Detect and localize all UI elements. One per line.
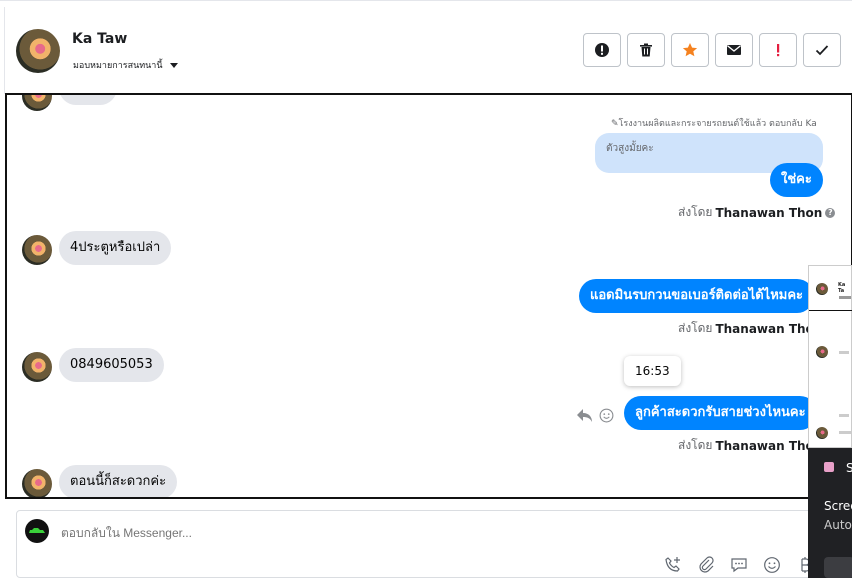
check-icon [815,45,829,56]
message-bubble-incoming[interactable]: ตอนนี้ก็สะดวกค่ะ [59,465,178,497]
saved-replies-button[interactable] [729,555,749,575]
assign-conversation-dropdown[interactable]: มอบหมายการสนทนานี้ [73,58,178,72]
scrollbar[interactable] [5,113,6,203]
avatar [816,427,828,439]
page-avatar [25,519,49,543]
phone-plus-icon [665,557,680,572]
overlay-title-fragment: S [846,461,852,475]
thumbnail-line [839,431,851,434]
message-bubble-outgoing[interactable]: แอดมินรบกวนขอเบอร์ติดต่อได้ไหมคะ [579,279,815,313]
call-button[interactable] [663,555,683,575]
chat-bubble-icon [731,558,747,573]
avatar [22,235,52,265]
reply-context-label: ✎โรงงานผลิตและกระจายรถยนต์ใช้แล้ว ตอบกลั… [611,119,817,129]
envelope-icon [727,45,741,55]
overlay-button[interactable] [824,557,852,578]
thumbnail-line [839,296,851,299]
sender-name: Thanawan Thon [715,321,823,336]
thumbnail-line [839,414,849,417]
avatar [22,95,52,111]
timestamp-tooltip: 16:53 [624,356,681,386]
message-bubble-outgoing[interactable]: ใช่คะ [770,163,823,197]
avatar[interactable] [16,29,60,73]
overlay-text-line-1: Scree [824,499,852,513]
message-thread[interactable]: ✎โรงงานผลิตและกระจายรถยนต์ใช้แล้ว ตอบกลั… [5,93,852,499]
divider [809,310,852,311]
star-button[interactable] [671,33,709,67]
follow-up-button[interactable] [759,33,797,67]
delete-button[interactable] [627,33,665,67]
thumbnail-name: Ka Ta [838,282,846,294]
sent-by-label: ส่งโดย Thanawan Thon [678,319,822,338]
conversation-header: Ka Taw มอบหมายการสนทนานี้ [0,0,852,94]
car-logo-icon [29,528,45,533]
snip-app-icon [824,462,834,472]
star-icon [682,43,698,57]
divider [4,7,5,94]
paperclip-icon [699,556,714,573]
header-actions [583,33,841,67]
sent-by-prefix: ส่งโดย [678,438,713,452]
sent-by-label: ส่งโดย Thanawan Thon [678,436,822,455]
assign-label: มอบหมายการสนทนานี้ [73,61,163,71]
help-icon[interactable]: ? [825,207,836,218]
trash-icon [640,43,652,57]
sent-by-label: ส่งโดย Thanawan Thon ? [678,203,836,222]
avatar [816,283,828,295]
sent-by-prefix: ส่งโดย [678,321,713,335]
reply-input[interactable] [61,526,461,540]
reply-icon[interactable] [576,408,593,423]
mark-spam-icon [595,43,609,57]
inbox-conversation-view: Ka Taw มอบหมายการสนทนานี้ ✎โรงงานผลิตและ… [0,0,852,578]
message-bubble[interactable] [59,95,117,105]
sent-by-prefix: ส่งโดย [678,205,713,219]
avatar [22,469,52,497]
avatar [816,346,828,358]
emoji-reaction-icon[interactable] [599,408,614,423]
message-bubble-incoming[interactable]: 0849605053 [59,348,164,382]
sender-name: Thanawan Thon [715,205,823,220]
emoji-icon [764,557,780,573]
message-bubble-incoming[interactable]: 4ประตูหรือเปล่า [59,231,172,265]
message-bubble-outgoing[interactable]: ลูกค้าสะดวกรับสายช่วงไหนคะ [624,396,817,430]
reply-composer [16,510,852,578]
email-button[interactable] [715,33,753,67]
mark-spam-button[interactable] [583,33,621,67]
screen-capture-overlay[interactable]: Ka Ta S Scree Auto [808,265,852,578]
overlay-text-line-2: Auto [824,518,852,532]
attach-button[interactable] [696,555,716,575]
mark-done-button[interactable] [803,33,841,67]
exclamation-icon [777,44,780,57]
avatar [22,352,52,382]
composer-toolbar [663,555,815,575]
sender-name: Thanawan Thon [715,438,823,453]
emoji-button[interactable] [762,555,782,575]
capture-thumbnail[interactable]: Ka Ta [808,265,852,448]
message-tools [576,408,614,423]
contact-name[interactable]: Ka Taw [72,31,127,47]
caret-down-icon [169,62,178,68]
thumbnail-line [839,351,849,354]
